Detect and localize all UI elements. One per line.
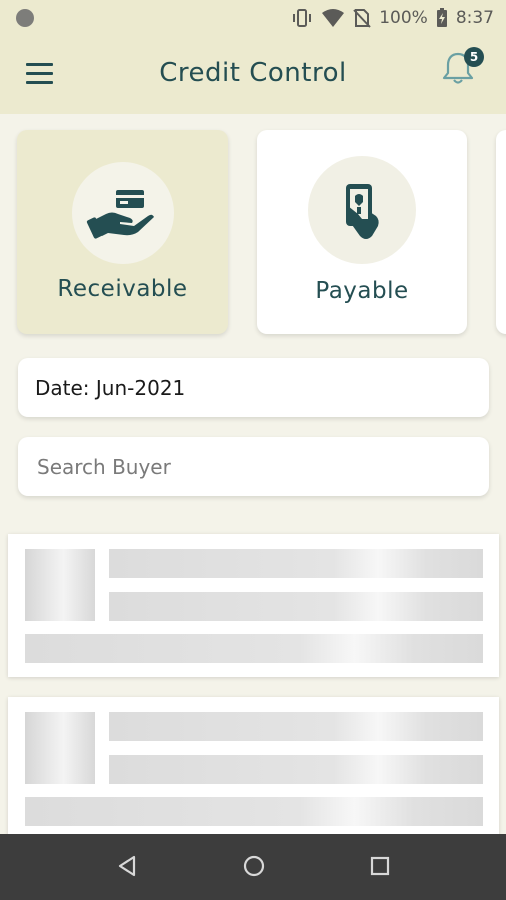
tab-next-partial[interactable] xyxy=(496,130,506,334)
status-bar: 100% 8:37 xyxy=(0,0,506,36)
placeholder-line xyxy=(109,549,483,578)
placeholder-thumbnail xyxy=(25,712,95,784)
back-icon[interactable] xyxy=(116,854,138,878)
date-label: Date: Jun-2021 xyxy=(35,375,186,400)
loading-placeholder-card xyxy=(8,534,499,677)
placeholder-thumbnail xyxy=(25,549,95,621)
date-selector[interactable]: Date: Jun-2021 xyxy=(18,358,489,417)
placeholder-line xyxy=(25,634,483,663)
home-icon[interactable] xyxy=(242,854,266,878)
placeholder-line xyxy=(109,755,483,784)
recents-icon[interactable] xyxy=(370,854,390,878)
clock: 8:37 xyxy=(455,8,494,28)
hand-phone-icon xyxy=(308,156,416,264)
search-buyer-field[interactable] xyxy=(18,437,489,496)
tab-payable[interactable]: Payable xyxy=(257,130,467,334)
placeholder-line xyxy=(109,592,483,621)
hand-card-icon xyxy=(71,162,174,264)
placeholder-line xyxy=(25,797,483,826)
loading-placeholder-card xyxy=(8,697,499,840)
vibrate-icon xyxy=(293,9,312,27)
app-bar: Credit Control xyxy=(0,36,506,114)
placeholder-line xyxy=(109,712,483,741)
notification-dot-icon xyxy=(16,9,34,27)
page-title: Credit Control xyxy=(159,58,347,88)
system-navigation-bar xyxy=(0,834,506,900)
tab-receivable[interactable]: Receivable xyxy=(17,130,228,334)
no-sim-icon xyxy=(353,9,371,28)
notification-badge: 5 xyxy=(464,47,484,67)
status-icons: 100% 8:37 xyxy=(291,0,494,36)
tab-receivable-label: Receivable xyxy=(57,276,188,302)
battery-percent: 100% xyxy=(379,8,428,28)
battery-icon xyxy=(436,8,447,27)
wifi-icon xyxy=(322,9,345,27)
search-input[interactable] xyxy=(35,453,489,480)
tab-payable-label: Payable xyxy=(315,278,409,304)
